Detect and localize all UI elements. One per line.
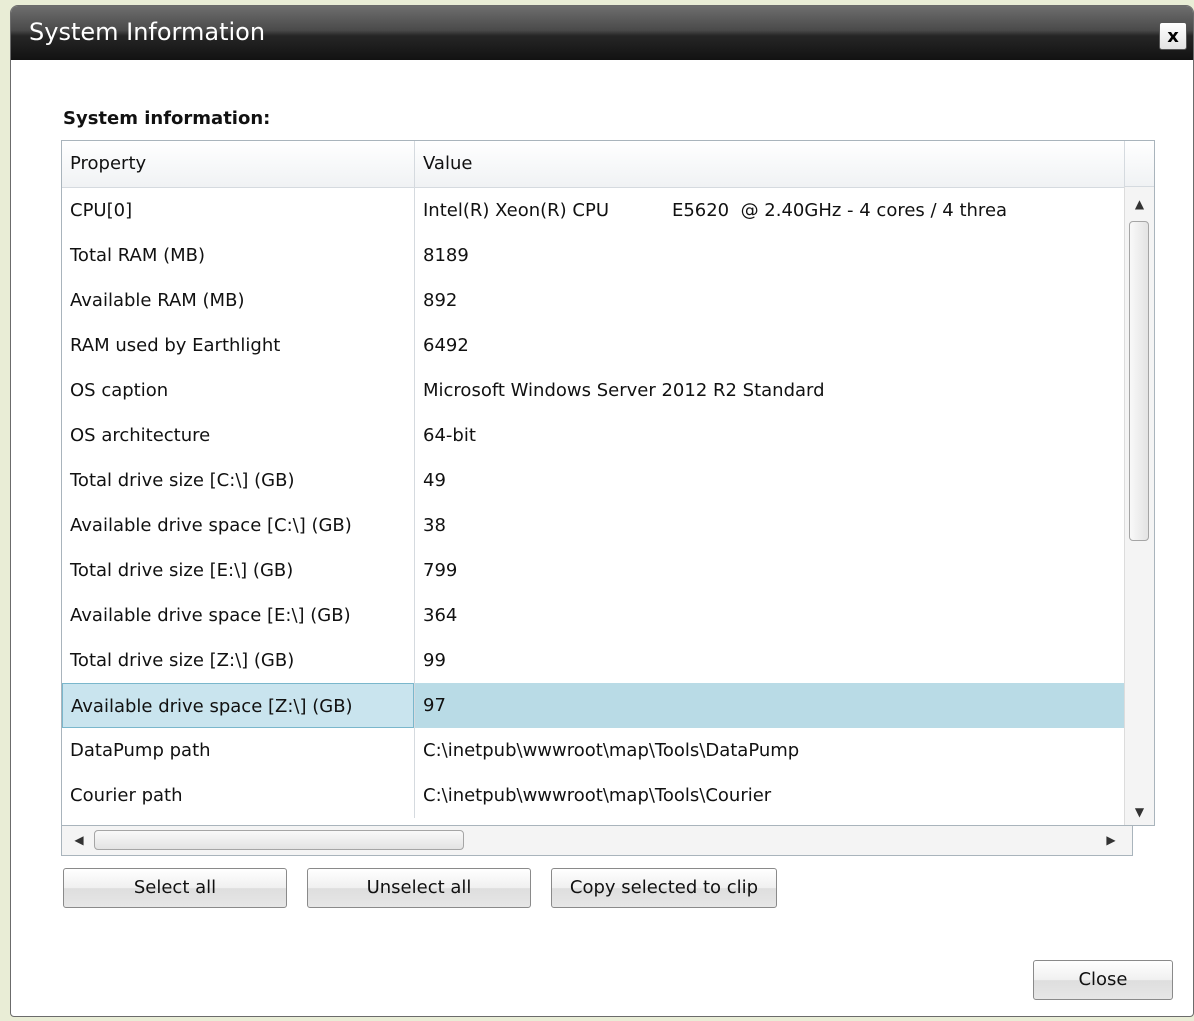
value-cell[interactable]: 8189 (414, 233, 1124, 278)
value-cell[interactable]: 364 (414, 593, 1124, 638)
value-cell[interactable]: 38 (414, 503, 1124, 548)
table-row[interactable]: Available drive space [E:\] (GB) 364 (62, 593, 1124, 638)
horizontal-scrollbar[interactable]: ◀ ▶ (61, 826, 1133, 856)
scroll-down-icon[interactable]: ▼ (1125, 799, 1154, 825)
vertical-scroll-thumb[interactable] (1129, 221, 1149, 541)
grid-header: Property Value (62, 141, 1124, 188)
table-row[interactable]: OS architecture 64-bit (62, 413, 1124, 458)
column-header-value[interactable]: Value (414, 141, 1124, 187)
property-cell[interactable]: Available drive space [C:\] (GB) (62, 503, 414, 548)
system-information-dialog: System Information x System information:… (10, 5, 1194, 1017)
column-header-property[interactable]: Property (62, 141, 414, 187)
property-cell[interactable]: Total drive size [C:\] (GB) (62, 458, 414, 503)
property-cell[interactable]: Courier path (62, 773, 414, 818)
value-cell[interactable]: C:\inetpub\wwwroot\map\Tools\Courier (414, 773, 1124, 818)
value-cell[interactable]: 799 (414, 548, 1124, 593)
value-cell[interactable]: 6492 (414, 323, 1124, 368)
table-row[interactable]: CPU[0] Intel(R) Xeon(R) CPU E5620 @ 2.40G… (62, 188, 1124, 233)
header-corner (1124, 141, 1154, 187)
title-bar[interactable]: System Information x (11, 6, 1193, 60)
section-label: System information: (63, 108, 271, 129)
unselect-all-button[interactable]: Unselect all (307, 868, 531, 908)
system-info-grid: Property Value CPU[0] Intel(R) Xeon(R) CP… (61, 140, 1155, 826)
property-cell[interactable]: OS architecture (62, 413, 414, 458)
table-row[interactable]: OS caption Microsoft Windows Server 2012 … (62, 368, 1124, 413)
property-cell[interactable]: CPU[0] (62, 188, 414, 233)
grid-rows: CPU[0] Intel(R) Xeon(R) CPU E5620 @ 2.40G… (62, 187, 1124, 827)
vertical-scrollbar[interactable]: ▲ ▼ (1124, 187, 1154, 825)
horizontal-scroll-thumb[interactable] (94, 830, 464, 850)
table-row[interactable]: Available drive space [C:\] (GB) 38 (62, 503, 1124, 548)
window-title: System Information (29, 18, 266, 46)
select-all-button[interactable]: Select all (63, 868, 287, 908)
value-cell[interactable]: Intel(R) Xeon(R) CPU E5620 @ 2.40GHz - 4… (414, 188, 1124, 233)
scroll-up-icon[interactable]: ▲ (1125, 191, 1154, 217)
value-cell[interactable]: 64-bit (414, 413, 1124, 458)
value-cell[interactable]: 49 (414, 458, 1124, 503)
table-row[interactable]: Available RAM (MB) 892 (62, 278, 1124, 323)
property-cell[interactable]: RAM used by Earthlight (62, 323, 414, 368)
table-row[interactable]: Courier path C:\inetpub\wwwroot\map\Tools… (62, 773, 1124, 818)
table-row[interactable]: Total drive size [E:\] (GB) 799 (62, 548, 1124, 593)
table-row[interactable]: DataPump path C:\inetpub\wwwroot\map\Tool… (62, 728, 1124, 773)
property-cell[interactable]: Available RAM (MB) (62, 278, 414, 323)
property-cell[interactable]: Total drive size [E:\] (GB) (62, 548, 414, 593)
table-row[interactable]: Total drive size [C:\] (GB) 49 (62, 458, 1124, 503)
table-row[interactable]: Available drive space [Z:\] (GB) 97 (62, 683, 1124, 728)
close-button[interactable]: Close (1033, 960, 1173, 1000)
property-cell[interactable]: Available drive space [Z:\] (GB) (62, 683, 414, 728)
copy-selected-button[interactable]: Copy selected to clip (551, 868, 777, 908)
value-cell[interactable]: 892 (414, 278, 1124, 323)
value-cell[interactable]: C:\inetpub\wwwroot\map\Tools\DataPump (414, 728, 1124, 773)
property-cell[interactable]: Total RAM (MB) (62, 233, 414, 278)
table-row[interactable]: Total RAM (MB) 8189 (62, 233, 1124, 278)
value-cell[interactable]: 97 (414, 683, 1124, 728)
property-cell[interactable]: Total drive size [Z:\] (GB) (62, 638, 414, 683)
table-row[interactable]: Total drive size [Z:\] (GB) 99 (62, 638, 1124, 683)
value-cell[interactable]: 99 (414, 638, 1124, 683)
value-cell[interactable]: Microsoft Windows Server 2012 R2 Standar… (414, 368, 1124, 413)
scroll-left-icon[interactable]: ◀ (66, 826, 92, 854)
close-x-button[interactable]: x (1159, 22, 1187, 50)
property-cell[interactable]: DataPump path (62, 728, 414, 773)
property-cell[interactable]: Available drive space [E:\] (GB) (62, 593, 414, 638)
property-cell[interactable]: OS caption (62, 368, 414, 413)
scroll-right-icon[interactable]: ▶ (1098, 826, 1124, 854)
table-row[interactable]: RAM used by Earthlight 6492 (62, 323, 1124, 368)
